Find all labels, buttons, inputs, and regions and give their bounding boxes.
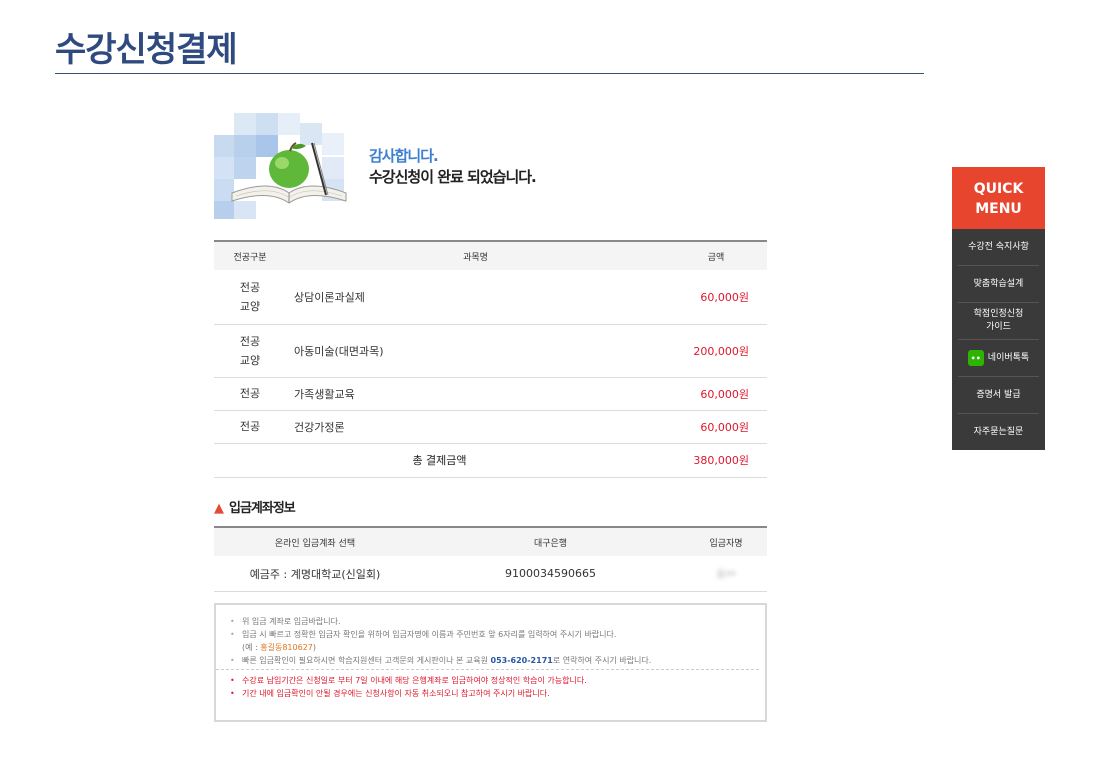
bank-table-header: 온라인 입금계좌 선택 대구은행 입금자명 — [214, 527, 767, 556]
notice-warning: 수강료 납입기간은 신청일로 부터 7일 이내에 해당 은행계좌로 입금하여야 … — [230, 674, 765, 687]
table-row: 전공 건강가정론 60,000원 — [214, 410, 767, 444]
thank-you-text: 감사합니다. — [369, 147, 439, 165]
table-row: 전공 교양 아동미술(대면과목) 200,000원 — [214, 324, 767, 378]
notice-example: (예 : 홍길동810627) — [242, 643, 317, 652]
notice-item-phone: 빠른 입금확인이 필요하시면 학습지원센터 고객문의 게시판이나 본 교육원 0… — [230, 654, 765, 667]
bank-section-title: ▲ 입금계좌정보 — [214, 501, 296, 516]
amount-cell: 60,000원 — [665, 270, 767, 325]
triangle-icon: ▲ — [214, 501, 224, 516]
quick-item-certificate[interactable]: 증명서 발급 — [958, 377, 1039, 414]
division-cell: 전공 — [214, 410, 286, 444]
account-number: 9100034590665 — [416, 556, 685, 592]
bank-table: 온라인 입금계좌 선택 대구은행 입금자명 예금주 : 계명대학교(신일회) 9… — [214, 526, 767, 592]
header-account-select: 온라인 입금계좌 선택 — [214, 527, 416, 556]
amount-cell: 200,000원 — [665, 324, 767, 378]
depositor-name: 조** — [685, 556, 767, 592]
total-label: 총 결제금액 — [214, 443, 665, 478]
header-subject: 과목명 — [286, 241, 665, 270]
completion-message: 수강신청이 완료 되었습니다. — [369, 168, 537, 186]
table-row: 예금주 : 계명대학교(신일회) 9100034590665 조** — [214, 556, 767, 592]
quick-item-pre-course-notice[interactable]: 수강전 숙지사항 — [958, 229, 1039, 266]
subject-cell: 가족생활교육 — [286, 377, 665, 411]
total-row: 총 결제금액 380,000원 — [214, 443, 767, 478]
order-table: 전공구분 과목명 금액 전공 교양 상담이론과실제 60,000원 전공 교양 … — [214, 240, 767, 478]
subject-cell: 상담이론과실제 — [286, 270, 665, 325]
division-cell: 전공 교양 — [214, 270, 286, 325]
quick-item-faq[interactable]: 자주묻는질문 — [958, 414, 1039, 450]
subject-cell: 건강가정론 — [286, 410, 665, 444]
quick-menu-title: QUICK MENU — [952, 167, 1045, 229]
notice-item: 위 입금 계좌로 입금바랍니다. — [230, 615, 765, 628]
header-amount: 금액 — [665, 241, 767, 270]
division-cell: 전공 교양 — [214, 324, 286, 378]
quick-item-credit-guide[interactable]: 학점인정신청 가이드 — [958, 303, 1039, 340]
completion-banner: 감사합니다. 수강신청이 완료 되었습니다. — [214, 113, 774, 223]
order-table-header: 전공구분 과목명 금액 — [214, 241, 767, 270]
subject-cell: 아동미술(대면과목) — [286, 324, 665, 378]
table-row: 전공 교양 상담이론과실제 60,000원 — [214, 270, 767, 325]
notice-divider — [216, 669, 759, 670]
notice-warning: 기간 내에 입금확인이 안될 경우에는 신청사항이 자동 취소되오니 참고하여 … — [230, 687, 765, 700]
amount-cell: 60,000원 — [665, 410, 767, 444]
quick-item-naver-talk[interactable]: •• 네이버톡톡 — [958, 340, 1039, 377]
page-title: 수강신청결제 — [55, 30, 238, 70]
header-bank: 대구은행 — [416, 527, 685, 556]
header-division: 전공구분 — [214, 241, 286, 270]
header-depositor: 입금자명 — [685, 527, 767, 556]
division-cell: 전공 — [214, 377, 286, 411]
payment-notice: 위 입금 계좌로 입금바랍니다. 입금 시 빠르고 정확한 입금자 확인을 위하… — [214, 603, 767, 722]
quick-menu: QUICK MENU 수강전 숙지사항 맞춤학습설계 학점인정신청 가이드 ••… — [952, 167, 1045, 450]
account-holder: 예금주 : 계명대학교(신일회) — [214, 556, 416, 592]
notice-item: 입금 시 빠르고 정확한 입금자 확인을 위하여 입금자명에 이름과 주민번호 … — [230, 628, 765, 641]
quick-item-custom-plan[interactable]: 맞춤학습설계 — [958, 266, 1039, 303]
total-amount: 380,000원 — [665, 443, 767, 478]
apple-book-illustration — [214, 113, 347, 219]
title-divider — [55, 73, 924, 74]
table-row: 전공 가족생활교육 60,000원 — [214, 377, 767, 411]
amount-cell: 60,000원 — [665, 377, 767, 411]
naver-talk-icon: •• — [967, 350, 984, 366]
